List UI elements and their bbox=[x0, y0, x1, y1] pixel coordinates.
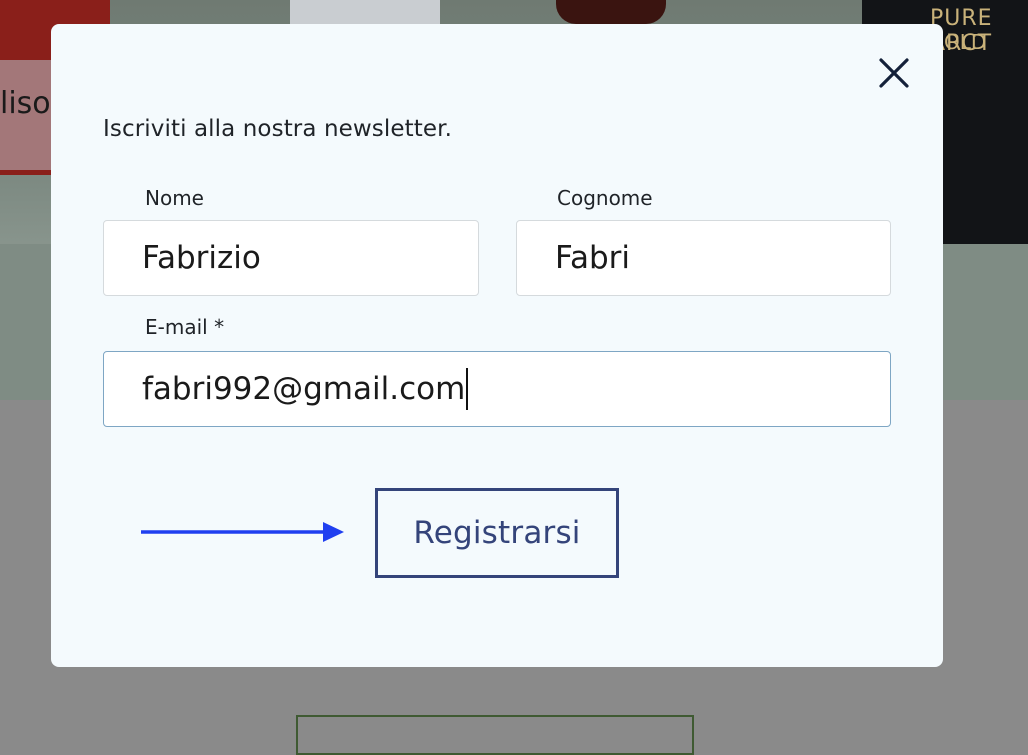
register-button-label: Registrarsi bbox=[413, 515, 581, 551]
arrow-right-icon bbox=[141, 522, 344, 542]
text-caret bbox=[466, 367, 469, 410]
register-button[interactable]: Registrarsi bbox=[375, 488, 619, 578]
product-image-bottle bbox=[556, 0, 666, 24]
first-name-label: Nome bbox=[145, 186, 204, 210]
background-button bbox=[296, 715, 694, 755]
last-name-value: Fabri bbox=[555, 240, 631, 276]
first-name-input[interactable]: Fabrizio bbox=[103, 220, 479, 296]
email-label: E-mail * bbox=[145, 315, 225, 339]
email-value: fabri992@gmail.com bbox=[142, 371, 466, 407]
modal-title: Iscriviti alla nostra newsletter. bbox=[103, 116, 452, 142]
last-name-input[interactable]: Fabri bbox=[516, 220, 891, 296]
close-button[interactable] bbox=[877, 56, 911, 90]
close-icon bbox=[879, 58, 909, 88]
email-input[interactable]: fabri992@gmail.com bbox=[103, 351, 891, 427]
newsletter-modal: Iscriviti alla nostra newsletter. Nome C… bbox=[51, 24, 943, 667]
last-name-label: Cognome bbox=[557, 186, 653, 210]
first-name-value: Fabrizio bbox=[142, 240, 261, 276]
product-line-text: OLD bbox=[944, 30, 987, 54]
